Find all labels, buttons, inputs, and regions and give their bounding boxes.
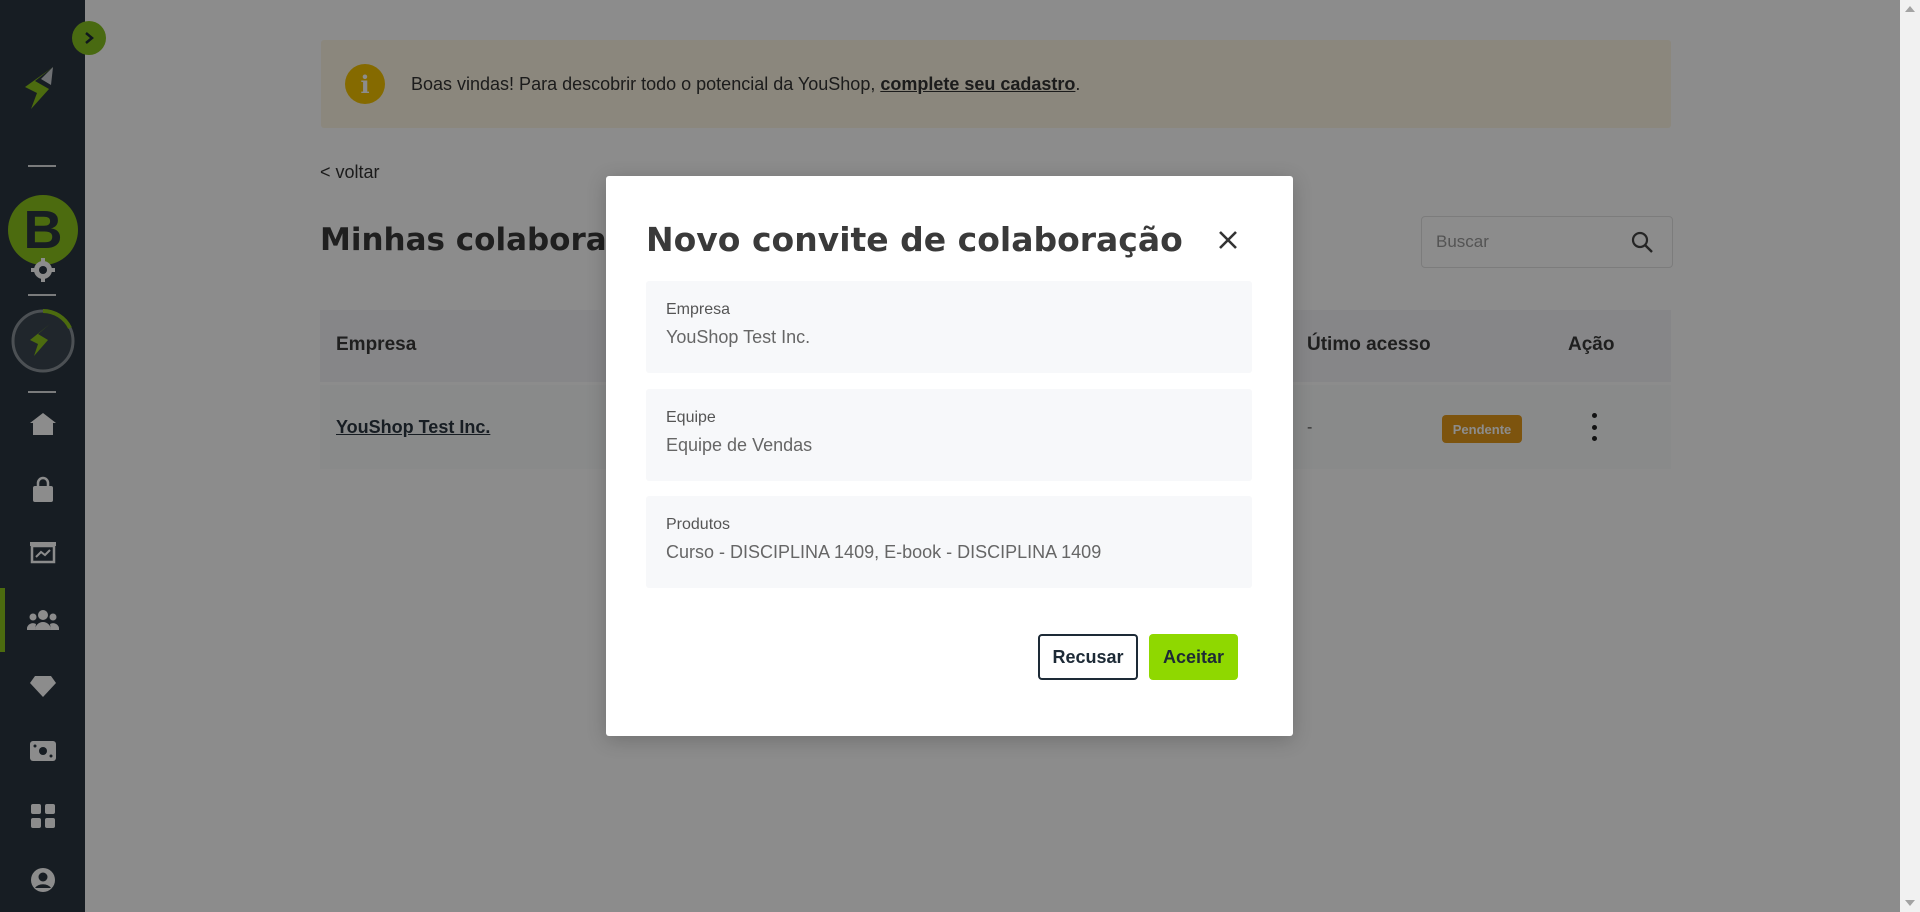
field-label: Empresa (666, 301, 731, 318)
decline-button[interactable]: Recusar (1038, 634, 1138, 680)
field-label: Produtos (666, 516, 731, 533)
field-label: Equipe (666, 409, 716, 426)
modal-title: Novo convite de colaboração (646, 220, 1183, 259)
company-field: Empresa YouShop Test Inc. (646, 281, 1252, 373)
field-value: Curso - DISCIPLINA 1409, E-book - DISCIP… (666, 542, 1102, 562)
close-button[interactable] (1211, 223, 1245, 257)
products-field: Produtos Curso - DISCIPLINA 1409, E-book… (646, 496, 1252, 588)
close-icon (1219, 231, 1237, 249)
field-value: Equipe de Vendas (666, 435, 813, 455)
scrollbar[interactable] (1900, 0, 1920, 912)
team-field: Equipe Equipe de Vendas (646, 389, 1252, 481)
field-value: YouShop Test Inc. (666, 327, 811, 347)
accept-button[interactable]: Aceitar (1149, 634, 1238, 680)
collaboration-invite-modal: Novo convite de colaboração Empresa YouS… (606, 176, 1293, 736)
